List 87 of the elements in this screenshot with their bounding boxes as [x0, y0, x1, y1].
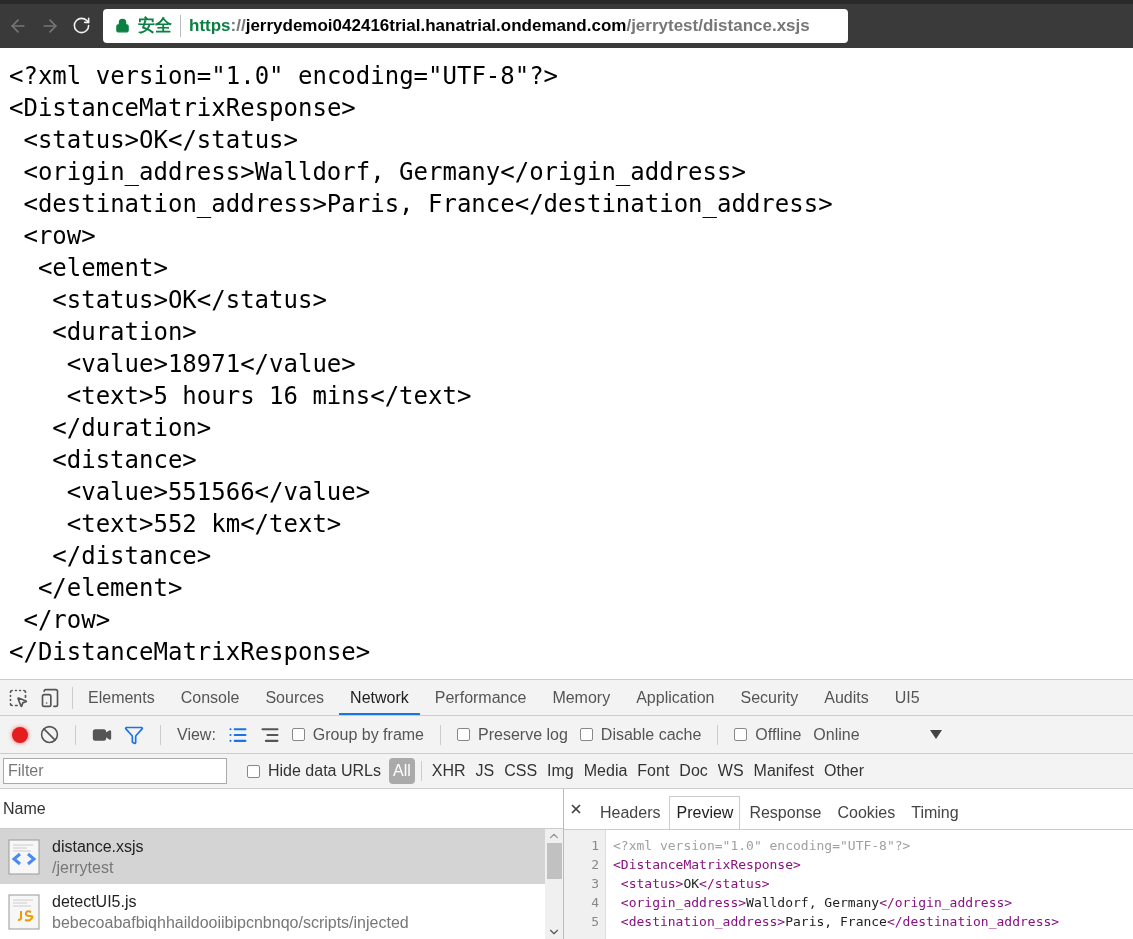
- lock-icon: [115, 18, 130, 34]
- devtools-tab[interactable]: Console: [169, 680, 251, 715]
- request-path: /jerrytest: [52, 857, 115, 878]
- xml-line: <text>552 km</text>: [66, 508, 342, 540]
- option-label: Disable cache: [600, 724, 702, 745]
- line-number: 2: [591, 856, 599, 874]
- xml-line: <destination_address>Paris, France</destination_address>: [23, 188, 833, 220]
- devtools-tab[interactable]: Application: [625, 680, 726, 715]
- type-filter[interactable]: Font: [633, 758, 674, 784]
- scrollbar-thumb[interactable]: [546, 843, 562, 879]
- devtools-tab[interactable]: Performance: [423, 680, 538, 715]
- devtools-tab[interactable]: UI5: [883, 680, 931, 715]
- code-line: <status>OK</status>: [619, 875, 770, 893]
- xml-line: <element>: [37, 252, 168, 284]
- checkbox[interactable]: [734, 728, 748, 741]
- code-line: <?xml version="1.0" encoding="UTF-8"?>: [613, 837, 911, 855]
- device-icon[interactable]: [40, 687, 60, 708]
- dropdown-arrow-icon: [929, 730, 942, 739]
- checkbox[interactable]: [457, 728, 470, 741]
- address-bar[interactable]: 安全 https://jerrydemoi042416trial.hanatrial.ondemand.com/jerrytest/distance.xsjs: [103, 8, 848, 43]
- request-path: bebecoabafbiqhhaildooiibipcnbnqo/scripts/injected: [52, 912, 409, 933]
- xml-line: <row>: [23, 220, 96, 252]
- option-label: Preserve log: [478, 724, 568, 745]
- line-number: 1: [591, 837, 599, 855]
- close-icon[interactable]: [569, 802, 583, 816]
- type-filter[interactable]: CSS: [500, 758, 542, 784]
- xml-line: <status>OK</status>: [23, 124, 298, 156]
- security-label: 安全: [138, 15, 172, 38]
- type-filter[interactable]: WS: [713, 758, 748, 784]
- type-filter[interactable]: Img: [543, 758, 578, 784]
- detail-tab[interactable]: Cookies: [830, 796, 903, 829]
- xml-line: </distance>: [52, 540, 212, 572]
- line-number: 3: [591, 875, 599, 893]
- inspect-icon[interactable]: [8, 687, 28, 708]
- code-file-icon: [8, 838, 40, 875]
- clear-icon[interactable]: [40, 725, 59, 744]
- xml-line: <text>5 hours 16 mins</text>: [66, 380, 472, 412]
- request-name: distance.xsjs: [52, 836, 144, 857]
- type-filter[interactable]: Media: [579, 758, 632, 784]
- request-row[interactable]: distance.xsjs /jerrytest: [0, 829, 545, 884]
- option-label: Offline: [755, 724, 802, 745]
- xml-line: </element>: [37, 572, 183, 604]
- xml-line: </duration>: [52, 412, 212, 444]
- reload-icon[interactable]: [72, 16, 91, 36]
- throttling-select[interactable]: Online: [813, 722, 942, 747]
- option-label: Hide data URLs: [268, 761, 381, 781]
- script-file-icon: [8, 893, 40, 930]
- type-filter[interactable]: JS: [471, 758, 499, 784]
- code-line: <origin_address>Walldorf, Germany</origin_address>: [619, 894, 1013, 912]
- type-filter[interactable]: Doc: [675, 758, 712, 784]
- option-label: Group by frame: [312, 724, 424, 745]
- xml-line: </row>: [23, 604, 111, 636]
- line-number: 5: [591, 913, 599, 931]
- checkbox[interactable]: [579, 728, 593, 741]
- xml-line: <?xml version="1.0" encoding="UTF-8"?>: [9, 60, 559, 92]
- devtools-tab[interactable]: Audits: [813, 680, 880, 715]
- checkbox[interactable]: [247, 764, 260, 778]
- detail-tab[interactable]: Preview: [669, 796, 741, 829]
- type-filter[interactable]: XHR: [427, 758, 470, 784]
- xml-line: <status>OK</status>: [52, 284, 327, 316]
- xml-line: <value>18971</value>: [66, 348, 356, 380]
- xml-line: <distance>: [52, 444, 197, 476]
- detail-tab[interactable]: Response: [742, 796, 829, 829]
- view-label: View:: [177, 724, 216, 745]
- type-filter[interactable]: Manifest: [749, 758, 819, 784]
- request-name: detectUI5.js: [52, 891, 138, 912]
- code-line: <destination_address>Paris, France</destination_address>: [619, 913, 1060, 931]
- xml-line: <value>551566</value>: [66, 476, 371, 508]
- xml-line: <DistanceMatrixResponse>: [9, 92, 356, 124]
- line-number: 4: [591, 894, 599, 912]
- xml-line: <origin_address>Walldorf, Germany</origin_address>: [23, 156, 746, 188]
- filter-input[interactable]: Filter: [3, 758, 227, 784]
- filter-icon[interactable]: [124, 724, 144, 745]
- detail-tab[interactable]: Headers: [593, 796, 668, 829]
- checkbox[interactable]: [291, 728, 305, 741]
- record-button[interactable]: [12, 726, 28, 743]
- type-filter[interactable]: Other: [820, 758, 869, 784]
- code-line: <DistanceMatrixResponse>: [613, 856, 801, 874]
- url-text: https://jerrydemoi042416trial.hanatrial.ondemand.com/jerrytest/distance.xsjs: [189, 15, 810, 38]
- xml-line: <duration>: [52, 316, 197, 348]
- devtools-tab[interactable]: Elements: [77, 680, 166, 715]
- devtools-tab[interactable]: Sources: [254, 680, 336, 715]
- xml-line: </DistanceMatrixResponse>: [9, 636, 371, 668]
- devtools-tab[interactable]: Memory: [541, 680, 622, 715]
- devtools-tab[interactable]: Security: [729, 680, 810, 715]
- detail-tab[interactable]: Timing: [904, 796, 966, 829]
- scrollbar[interactable]: [545, 829, 563, 939]
